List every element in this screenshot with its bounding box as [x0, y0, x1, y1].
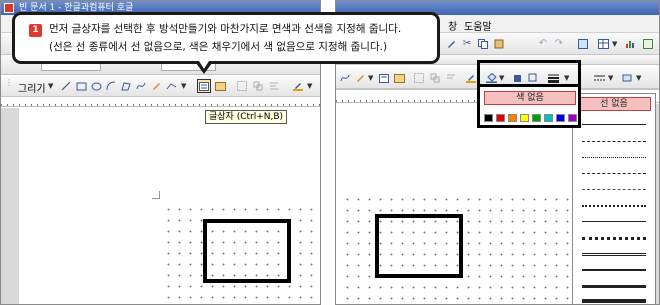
color-swatch-red[interactable] [496, 114, 505, 122]
line-option-dotted[interactable] [582, 157, 646, 158]
color-swatch-purple[interactable] [568, 114, 577, 122]
fill-color-dropdown: 색 없음 [477, 84, 581, 128]
ungroup-icon[interactable] [251, 79, 265, 93]
drawing-toolbar: ⋮ 그리기 ▼ ▼ ▼ [1, 77, 320, 97]
line-option-dash-dot[interactable] [582, 173, 646, 174]
pencil-tool-icon-right[interactable] [353, 71, 367, 85]
cut-icon[interactable]: ✂ [460, 37, 474, 51]
color-swatch-yellow[interactable] [520, 114, 529, 122]
line-option-dot-dash[interactable] [582, 205, 646, 207]
align-icon-right[interactable] [444, 71, 458, 85]
hanja-convert-icon[interactable] [641, 37, 655, 51]
line-option-thin[interactable] [582, 221, 646, 222]
ellipse-tool-icon[interactable] [89, 79, 103, 93]
chart-icon[interactable] [623, 37, 637, 51]
left-document-page[interactable] [19, 108, 320, 304]
line-option-medium[interactable] [582, 269, 646, 271]
draw-menu-label[interactable]: 그리기 [18, 80, 46, 95]
line-color-icon-right[interactable] [464, 71, 478, 85]
line-option-dashed[interactable] [582, 141, 646, 142]
connector-tool-icon[interactable] [164, 79, 178, 93]
drawn-rectangle[interactable] [203, 219, 291, 283]
picture-tool-icon[interactable] [213, 79, 227, 93]
instruction-callout: 1 먼저 글상자를 선택한 후 방석만들기와 마찬가지로 면색과 선색을 지정해… [12, 12, 440, 64]
text-box-tool-icon[interactable] [197, 79, 211, 93]
line-option-long-dash[interactable] [582, 189, 646, 190]
line-option-round-dot[interactable] [582, 237, 646, 240]
line-option-solid[interactable] [582, 124, 646, 125]
margin-corner-mark [152, 191, 160, 199]
drawn-rectangle-right[interactable] [375, 214, 463, 278]
curve-tool-icon[interactable] [134, 79, 148, 93]
connector-dropdown-icon[interactable]: ▼ [181, 82, 186, 90]
paste-icon[interactable] [492, 37, 506, 51]
align-objects-icon[interactable] [267, 79, 281, 93]
line-color-icon[interactable] [291, 79, 305, 93]
line-type-icon[interactable] [592, 71, 606, 85]
line-type-toolbar: ▼ ▼ [590, 70, 656, 86]
table-icon[interactable] [596, 37, 610, 51]
color-swatch-blue[interactable] [556, 114, 565, 122]
arc-tool-icon[interactable] [104, 79, 118, 93]
line-end-icon[interactable] [620, 71, 634, 85]
fill-tool-highlight [477, 60, 581, 86]
menu-window[interactable]: 창 [448, 18, 457, 33]
image-insert-icon[interactable] [576, 37, 590, 51]
pencil-dropdown-icon[interactable]: ▼ [368, 74, 373, 82]
draw-menu-dropdown-icon[interactable]: ▼ [48, 82, 53, 90]
redo-icon[interactable]: ↷ [552, 37, 566, 51]
line-option-thick[interactable] [582, 285, 646, 288]
line-type-dropdown-icon[interactable]: ▼ [608, 74, 613, 82]
edit-pencil-icon[interactable] [444, 37, 458, 51]
line-tool-icon[interactable] [59, 79, 73, 93]
curve-tool-icon-right[interactable] [338, 71, 352, 85]
line-end-dropdown-icon[interactable]: ▼ [636, 74, 641, 82]
line-style-list: 선 없음 [572, 93, 656, 305]
no-color-button[interactable]: 색 없음 [484, 91, 576, 105]
table-dropdown-icon[interactable]: ▼ [612, 40, 617, 48]
color-swatch-black[interactable] [484, 114, 493, 122]
line-option-extra-thick[interactable] [582, 299, 646, 303]
toolbar-grip: ⋮ [5, 78, 13, 87]
group-icon-right[interactable] [412, 71, 426, 85]
rectangle-tool-icon[interactable] [74, 79, 88, 93]
undo-icon[interactable]: ↶ [536, 37, 550, 51]
picture-tool-icon-right[interactable] [392, 71, 406, 85]
right-document-page[interactable] [336, 104, 573, 304]
line-option-double[interactable] [582, 253, 646, 256]
freehand-pencil-icon[interactable] [149, 79, 163, 93]
callout-pointer-inner [199, 61, 209, 69]
group-icon[interactable] [235, 79, 249, 93]
line-color-dropdown-icon[interactable]: ▼ [307, 82, 312, 90]
menu-help[interactable]: 도움말 [464, 18, 492, 33]
no-line-button[interactable]: 선 없음 [577, 97, 651, 111]
copy-icon[interactable] [476, 37, 490, 51]
text-box-tooltip: 글상자 (Ctrl+N,B) [205, 110, 288, 124]
left-ruler [1, 98, 320, 107]
polygon-tool-icon[interactable] [119, 79, 133, 93]
ungroup-icon-right[interactable] [428, 71, 442, 85]
text-box-tool-icon-right[interactable] [377, 71, 391, 85]
instruction-line-2: (선은 선 종류에서 선 없음으로, 색은 채우기에서 색 없음으로 지정해 줍… [49, 41, 388, 53]
instruction-line-1: 먼저 글상자를 선택한 후 방석만들기와 마찬가지로 면색과 선색을 지정해 줍… [49, 23, 402, 35]
step-number-badge: 1 [29, 24, 42, 37]
color-swatch-green[interactable] [532, 114, 541, 122]
color-swatch-cyan[interactable] [544, 114, 553, 122]
app-logo-icon [4, 3, 14, 13]
color-swatch-orange[interactable] [508, 114, 517, 122]
